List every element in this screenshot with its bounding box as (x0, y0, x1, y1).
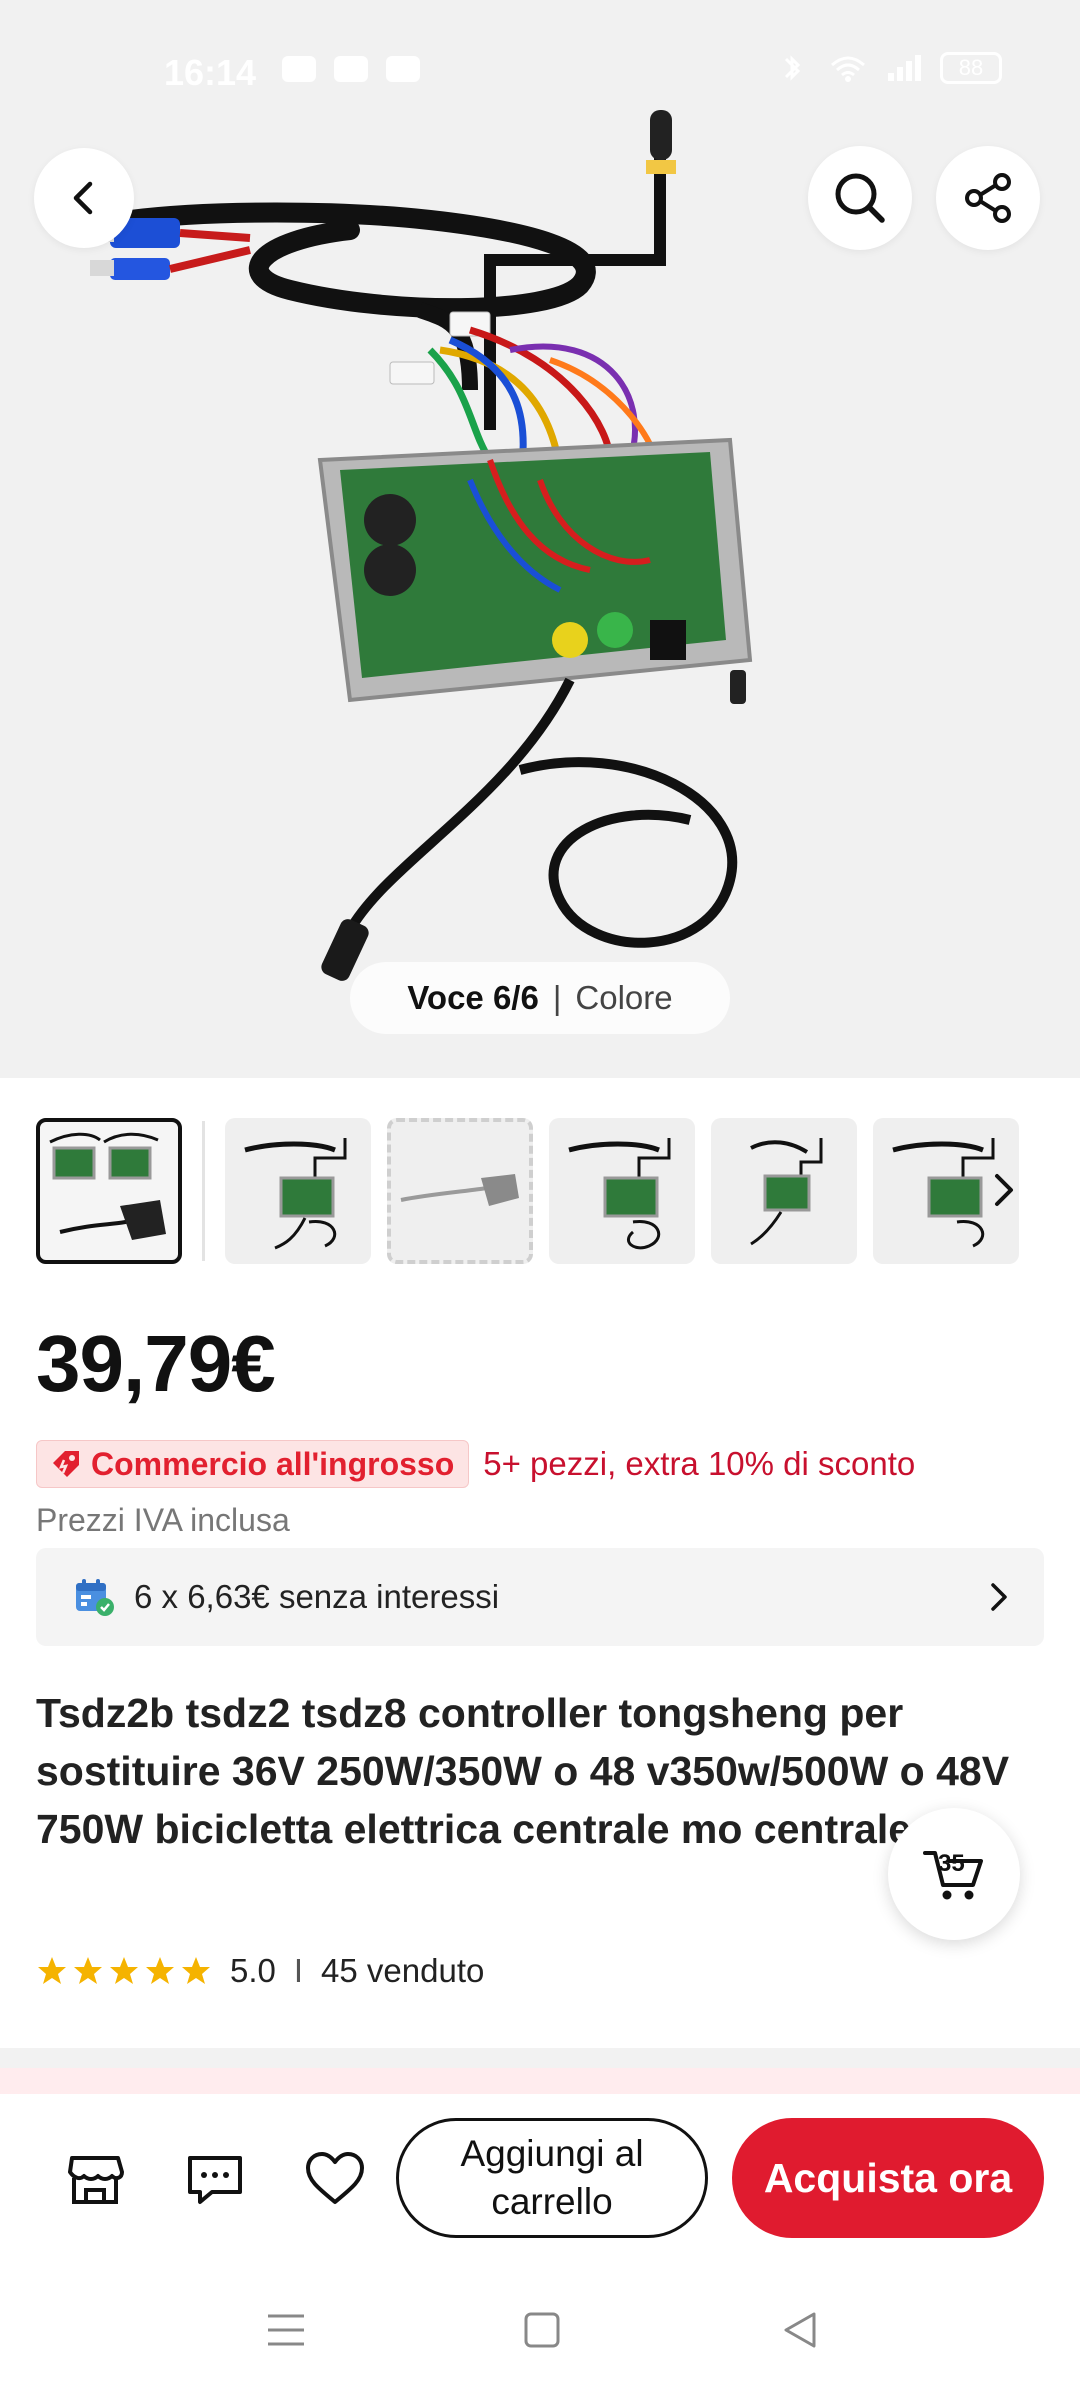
thumbnail-image (400, 1174, 519, 1206)
installment-text: 6 x 6,63€ senza interessi (134, 1578, 500, 1615)
menu-icon (268, 2314, 304, 2346)
mail-icon (386, 56, 420, 82)
search-button[interactable] (808, 146, 912, 250)
image-counter-label: Voce 6/6 (407, 979, 539, 1016)
heart-icon (306, 2152, 364, 2204)
star-icon (38, 1957, 66, 1984)
wishlist-button[interactable] (300, 2144, 370, 2214)
product-price: 39,79€ (36, 1319, 276, 1408)
section-divider (0, 2048, 1080, 2068)
chat-icon (188, 2156, 242, 2204)
notification-icons (282, 56, 420, 82)
youtube-icon (334, 56, 368, 82)
triangle-back-icon (784, 2312, 816, 2348)
system-navigation-bar (0, 2262, 1080, 2400)
cart-count: 35 (938, 1850, 965, 1877)
battery-indicator: 88 (940, 52, 1002, 84)
installment-row[interactable]: 6 x 6,63€ senza interessi (36, 1548, 1044, 1646)
star-icon (74, 1957, 102, 1984)
home-square-icon (524, 2312, 560, 2348)
add-to-cart-button[interactable]: Aggiungi al carrello (396, 2118, 708, 2238)
product-gallery[interactable]: 16:14 88 Voce 6/6 | Colore (0, 0, 1080, 1078)
thumbnail-image (49, 1132, 166, 1240)
status-bar: 16:14 88 (0, 0, 1080, 140)
chevron-left-icon (73, 181, 93, 215)
rating-row[interactable]: 5.0 I 45 venduto (36, 1952, 484, 1990)
chevron-right-icon (991, 1583, 1007, 1611)
thumbnail-3[interactable] (387, 1118, 533, 1264)
thumbnails-next-button[interactable] (984, 1160, 1024, 1220)
bottom-action-bar: Aggiungi al carrello Acquista ora (0, 2094, 1080, 2262)
sold-count: 45 venduto (321, 1952, 485, 1989)
chat-button[interactable] (180, 2144, 250, 2214)
star-icon (182, 1957, 210, 1984)
image-counter-separator: | (552, 979, 562, 1016)
product-image[interactable] (90, 100, 910, 1000)
home-button[interactable] (512, 2300, 572, 2360)
tag-icon (53, 1451, 79, 1477)
thumbnail-4[interactable] (549, 1118, 695, 1264)
thumbnail-image (244, 1138, 347, 1250)
rating-separator: I (293, 1952, 304, 1989)
share-button[interactable] (936, 146, 1040, 250)
calendar-icon (76, 1579, 114, 1616)
status-time: 16:14 (164, 52, 257, 93)
floating-cart-button[interactable]: 35 (888, 1808, 1020, 1940)
buy-now-button[interactable]: Acquista ora (732, 2118, 1044, 2238)
thumbnail-5[interactable] (711, 1118, 857, 1264)
system-icons: 88 (772, 52, 1002, 84)
signal-icon (888, 55, 921, 81)
system-back-button[interactable] (770, 2300, 830, 2360)
back-button[interactable] (34, 148, 134, 248)
thumbnail-image (568, 1138, 671, 1250)
promo-strip (0, 2068, 1080, 2094)
search-icon (835, 173, 885, 223)
image-counter: Voce 6/6 | Colore (350, 962, 730, 1034)
thumbnail-1[interactable] (36, 1118, 182, 1264)
thumbnail-divider (202, 1121, 205, 1261)
product-title: Tsdz2b tsdz2 tsdz8 controller tongsheng … (36, 1690, 1010, 1852)
rating-stars (36, 1955, 212, 1987)
bluetooth-icon (784, 55, 801, 81)
star-icon (146, 1957, 174, 1984)
variant-label: Colore (575, 979, 673, 1016)
store-icon (68, 2156, 124, 2204)
star-icon (110, 1957, 138, 1984)
thumbnail-strip[interactable] (36, 1118, 1046, 1264)
share-icon (965, 173, 1011, 223)
wholesale-offer: 5+ pezzi, extra 10% di sconto (483, 1445, 916, 1482)
thumbnail-2[interactable] (225, 1118, 371, 1264)
wholesale-badge-label: Commercio all'ingrosso (91, 1445, 455, 1482)
wifi-icon (831, 56, 865, 82)
recent-apps-button[interactable] (256, 2300, 316, 2360)
rating-value: 5.0 (230, 1952, 276, 1989)
wholesale-promo[interactable]: Commercio all'ingrosso 5+ pezzi, extra 1… (36, 1440, 915, 1488)
vat-note: Prezzi IVA inclusa (36, 1502, 290, 1538)
wholesale-badge: Commercio all'ingrosso (36, 1440, 470, 1488)
thumbnail-image (750, 1138, 823, 1246)
notification-icon (282, 56, 316, 82)
store-button[interactable] (60, 2144, 130, 2214)
chevron-right-icon (995, 1174, 1013, 1206)
